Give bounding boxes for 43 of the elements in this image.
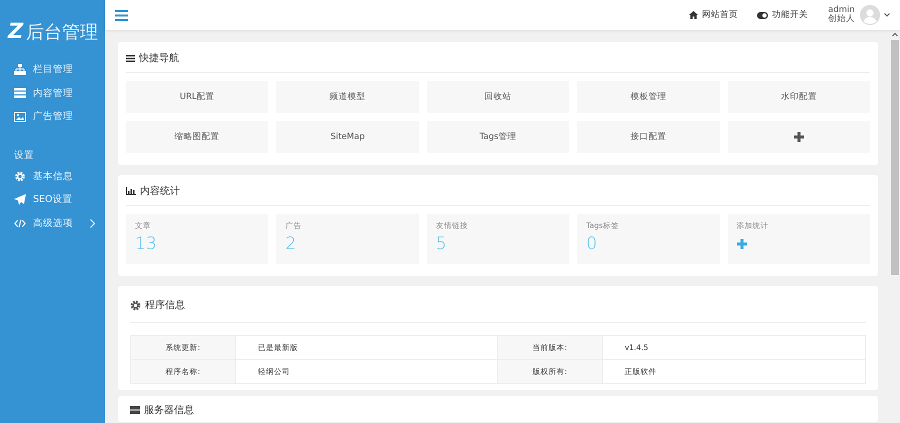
list-icon — [126, 54, 135, 62]
stat-value: 2 — [285, 236, 296, 253]
logo-text: 后台管理 — [26, 20, 98, 44]
user-role: 创始人 — [828, 15, 855, 24]
card-title: 程序信息 — [145, 298, 185, 312]
quick-link[interactable]: 模板管理 — [577, 81, 720, 113]
quick-link[interactable]: Tags管理 — [426, 121, 570, 153]
header-link[interactable]: 功能开关 — [757, 9, 808, 21]
list-icon — [14, 88, 26, 98]
quick-link[interactable]: 接口配置 — [577, 121, 720, 153]
toggle-icon — [757, 12, 768, 18]
stat-value: 5 — [436, 236, 447, 253]
plus-icon — [736, 239, 747, 249]
code-icon — [14, 218, 26, 228]
chevron-right-icon — [90, 218, 95, 228]
bar-chart-icon — [126, 187, 136, 195]
quick-link[interactable]: 水印配置 — [728, 81, 870, 113]
home-icon — [689, 11, 698, 19]
settings-icon — [130, 300, 141, 310]
menu-icon[interactable] — [115, 10, 128, 20]
quick-link[interactable]: URL配置 — [126, 81, 268, 113]
settings-icon — [14, 170, 26, 182]
server-icon — [130, 406, 140, 414]
user-name: admin — [828, 6, 855, 15]
quick-link[interactable]: 缩略图配置 — [126, 121, 268, 153]
logo-mark: Z — [8, 21, 24, 42]
quick-link[interactable]: 回收站 — [426, 81, 570, 113]
stat-value: 13 — [135, 236, 157, 253]
header-link[interactable]: 网站首页 — [689, 9, 738, 21]
sitemap-icon — [14, 64, 26, 76]
card-title: 服务器信息 — [144, 404, 194, 417]
card-title: 内容统计 — [140, 184, 180, 198]
card-title: 快捷导航 — [139, 52, 179, 65]
paper-plane-icon — [14, 194, 26, 206]
picture-icon — [14, 112, 26, 122]
section-label: 设置 — [13, 148, 35, 162]
scrollbar-thumb[interactable] — [891, 40, 899, 275]
plus-icon — [794, 132, 804, 142]
caret-icon[interactable] — [884, 13, 890, 17]
quick-link[interactable]: 频道模型 — [276, 81, 419, 113]
stat-value: 0 — [586, 236, 598, 253]
quick-link[interactable]: SiteMap — [276, 121, 419, 153]
scroll-up-icon[interactable] — [892, 32, 898, 38]
